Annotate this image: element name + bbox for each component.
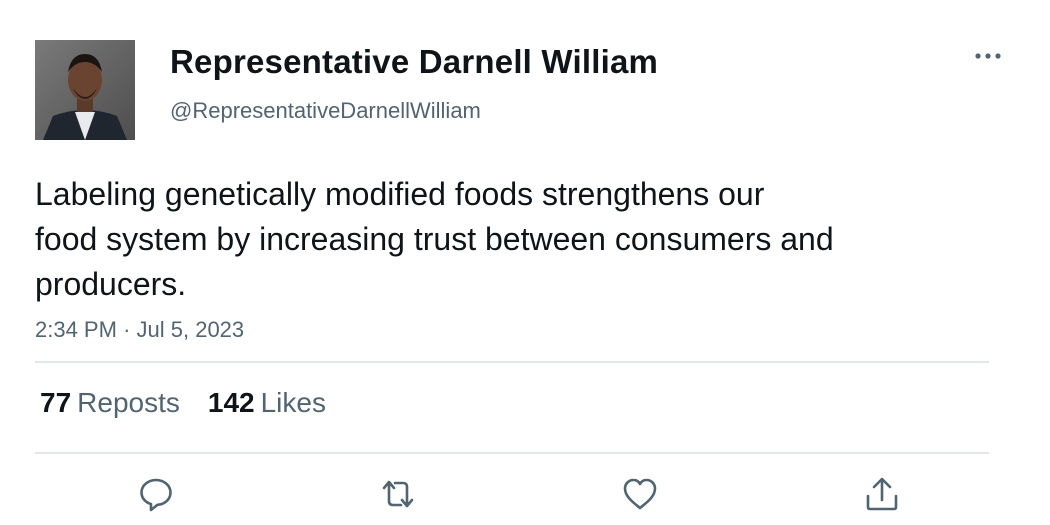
tweet-text: Labeling genetically modified foods stre…	[35, 172, 975, 307]
more-options-button[interactable]	[970, 44, 1006, 68]
likes-stat[interactable]: 142 Likes	[208, 387, 326, 419]
reply-icon	[140, 478, 172, 512]
reposts-count: 77	[40, 387, 72, 418]
tweet-time: 2:34 PM	[35, 317, 117, 342]
author-handle[interactable]: @RepresentativeDarnellWilliam	[170, 98, 481, 124]
more-horizontal-icon	[975, 53, 1001, 59]
repost-icon	[382, 480, 414, 508]
tweet-text-line: Labeling genetically modified foods stre…	[35, 176, 765, 212]
avatar[interactable]	[35, 40, 135, 140]
timestamp-separator: ·	[123, 317, 131, 342]
heart-icon	[623, 478, 657, 510]
avatar-photo	[35, 40, 135, 140]
share-icon	[866, 477, 898, 511]
engagement-stats: 77 Reposts 142 Likes	[40, 387, 326, 419]
author-display-name[interactable]: Representative Darnell William	[170, 43, 658, 81]
tweet-text-line: food system by increasing trust between …	[35, 221, 834, 257]
divider	[35, 452, 989, 454]
tweet-text-line: producers.	[35, 266, 187, 302]
likes-label: Likes	[260, 387, 326, 418]
reposts-label: Reposts	[77, 387, 180, 418]
tweet-card: Representative Darnell William @Represen…	[0, 0, 1050, 525]
share-button[interactable]	[862, 474, 902, 514]
likes-count: 142	[207, 387, 255, 418]
like-button[interactable]	[620, 474, 660, 514]
divider	[35, 361, 989, 363]
reply-button[interactable]	[136, 474, 176, 514]
repost-button[interactable]	[378, 474, 418, 514]
tweet-date: Jul 5, 2023	[136, 317, 245, 342]
reposts-stat[interactable]: 77 Reposts	[40, 387, 180, 419]
tweet-timestamp[interactable]: 2:34 PM · Jul 5, 2023	[35, 317, 244, 343]
